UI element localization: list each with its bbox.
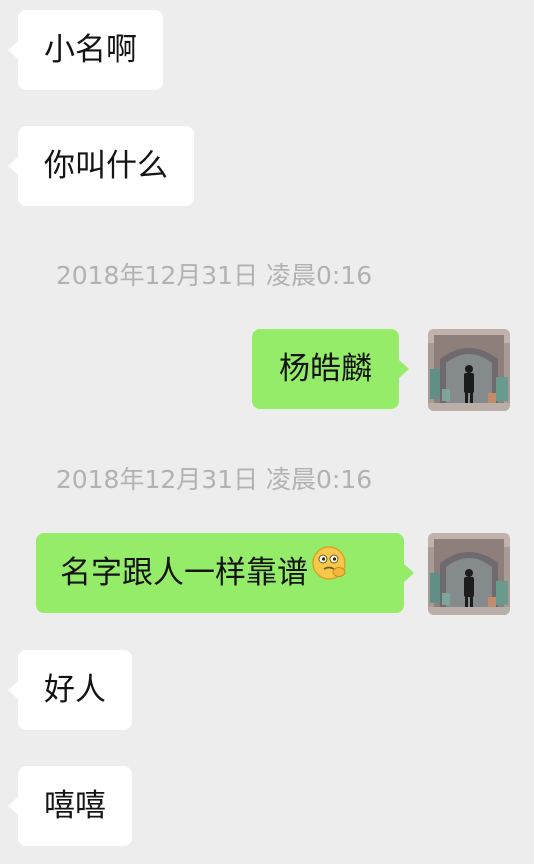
incoming-message-bubble[interactable]: 好人 [8,650,132,730]
message-text: 嘻嘻 [44,788,106,824]
message-text: 杨皓麟 [279,351,372,387]
outgoing-message-bubble[interactable]: 杨皓麟 [252,329,409,409]
message-timestamp: 2018年12月31日 凌晨0:16 [55,261,373,290]
message-text: 你叫什么 [44,148,168,184]
message-text: 名字跟人一样靠谱 [60,555,308,591]
user-avatar[interactable] [428,329,510,411]
incoming-message-bubble[interactable]: 嘻嘻 [8,766,132,846]
incoming-message-bubble[interactable]: 小名啊 [8,10,163,90]
message-timestamp: 2018年12月31日 凌晨0:16 [55,465,373,494]
avatar-photo-icon [428,329,510,411]
message-text: 小名啊 [44,32,137,68]
incoming-message-bubble[interactable]: 你叫什么 [8,126,194,206]
user-avatar[interactable] [428,533,510,615]
outgoing-message-bubble[interactable]: 名字跟人一样靠谱 [36,532,414,613]
message-text: 好人 [44,672,106,708]
avatar-photo-icon [428,533,510,615]
smirk-hand-chin-emoji-icon [310,532,348,612]
